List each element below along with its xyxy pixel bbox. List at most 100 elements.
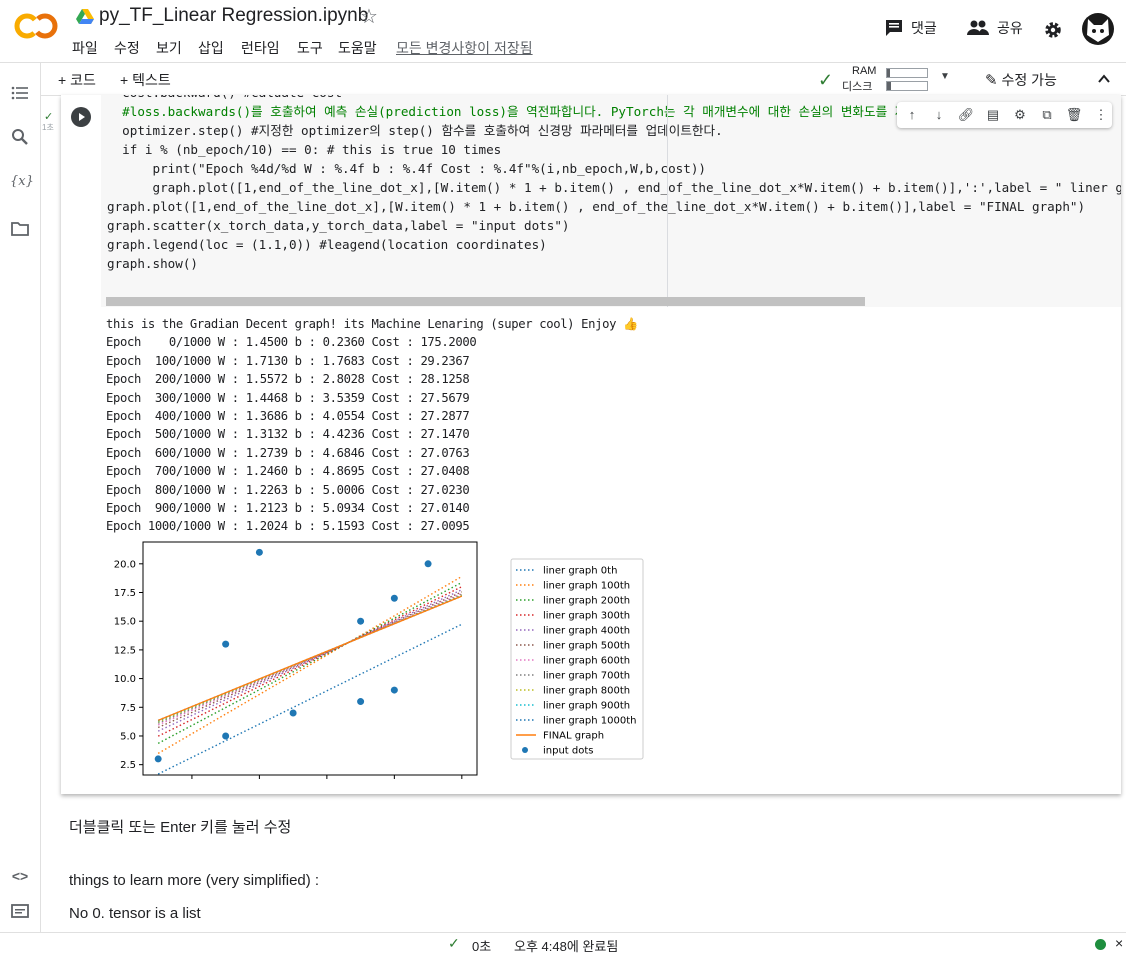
menu-edit[interactable]: 수정 (114, 38, 140, 58)
comment-icon (886, 20, 902, 36)
code-snippets-icon[interactable]: <> (10, 868, 30, 888)
exec-time: 1초 (42, 123, 54, 132)
output-line: Epoch 200/1000 W : 1.5572 b : 2.8028 Cos… (106, 372, 470, 387)
legend-label: liner graph 200th (543, 596, 630, 607)
left-sidebar: {x} <> (0, 63, 41, 932)
menu-tools[interactable]: 도구 (297, 38, 323, 58)
user-avatar[interactable] (1082, 13, 1114, 45)
menu-help[interactable]: 도움말 (338, 38, 377, 58)
drive-icon[interactable] (76, 9, 94, 25)
share-label: 공유 (997, 20, 1023, 36)
connection-status-dot (1095, 939, 1106, 950)
move-down-icon[interactable]: ↓ (930, 106, 948, 124)
legend-label: liner graph 100th (543, 581, 630, 592)
search-icon[interactable] (10, 127, 30, 147)
output-line: Epoch 500/1000 W : 1.3132 b : 4.4236 Cos… (106, 427, 470, 442)
more-options-icon[interactable]: ⋮ (1092, 106, 1110, 124)
settings-gear-icon[interactable] (1043, 20, 1063, 40)
move-up-icon[interactable]: ↑ (903, 106, 921, 124)
text-cell-edit-hint[interactable]: 더블클릭 또는 Enter 키를 눌러 수정 (69, 816, 291, 837)
code-ruler (667, 95, 668, 307)
legend-label: liner graph 1000th (543, 716, 637, 727)
collapse-chevron-icon[interactable] (1097, 73, 1111, 85)
scatter-point (222, 640, 230, 648)
code-line: graph.plot([1,end_of_the_line_dot_x],[W.… (107, 199, 1086, 214)
menu-view[interactable]: 보기 (156, 38, 182, 58)
cell-settings-icon[interactable]: ⚙ (1011, 106, 1029, 124)
legend-label: input dots (543, 746, 594, 757)
regression-plot: 2468102.55.07.510.012.515.017.520.0liner… (114, 541, 644, 779)
folder-icon[interactable] (10, 219, 30, 239)
legend-label: liner graph 500th (543, 641, 630, 652)
pencil-icon: ✎ (985, 72, 998, 89)
ram-label: RAM (852, 65, 877, 77)
code-line: print("Epoch %4d/%d W : %.4f b : %.4f Co… (107, 161, 706, 176)
mirror-cell-icon[interactable]: ⧉ (1038, 106, 1056, 124)
dropdown-arrow-icon[interactable]: ▼ (940, 71, 950, 82)
comment-button[interactable]: 댓글 (885, 18, 937, 38)
add-code-button[interactable]: + 코드 (58, 70, 96, 90)
menu-insert[interactable]: 삽입 (198, 38, 224, 58)
menu-runtime[interactable]: 런타임 (241, 38, 280, 58)
comment-icon[interactable]: ▤ (984, 106, 1002, 124)
output-line: Epoch 100/1000 W : 1.7130 b : 1.7683 Cos… (106, 353, 470, 368)
terminal-icon[interactable] (10, 901, 30, 921)
legend-label: liner graph 0th (543, 566, 617, 577)
status-bar: ✓ 0초 오후 4:48에 완료됨 × (0, 932, 1126, 957)
y-tick-label: 17.5 (114, 588, 136, 599)
output-line: Epoch 1000/1000 W : 1.2024 b : 5.1593 Co… (106, 519, 470, 534)
resources-indicator[interactable]: ✓ RAM 디스크 ▼ (818, 65, 958, 93)
close-icon[interactable]: × (1115, 935, 1123, 951)
text-cell-tensor[interactable]: No 0. tensor is a list (69, 905, 201, 922)
menu-file[interactable]: 파일 (72, 38, 98, 58)
run-cell-button[interactable] (71, 107, 91, 127)
star-icon[interactable]: ☆ (360, 4, 378, 29)
toc-list-icon[interactable] (10, 83, 30, 103)
output-line: this is the Gradian Decent graph! its Ma… (106, 317, 638, 331)
y-tick-label: 20.0 (114, 559, 136, 570)
notebook-title[interactable]: py_TF_Linear Regression.ipynb (99, 5, 368, 27)
legend-label: FINAL graph (543, 731, 604, 742)
legend-label: liner graph 800th (543, 686, 630, 697)
variables-icon[interactable]: {x} (10, 174, 34, 194)
output-line: Epoch 800/1000 W : 1.2263 b : 5.0006 Cos… (106, 482, 470, 497)
cell-toolbar: ↑ ↓ 🔗︎ ▤ ⚙ ⧉ 🗑︎ ⋮ (897, 102, 1112, 128)
scatter-point (390, 594, 398, 602)
output-line: Epoch 300/1000 W : 1.4468 b : 3.5359 Cos… (106, 390, 470, 405)
comment-label: 댓글 (911, 20, 937, 36)
delete-icon[interactable]: 🗑︎ (1065, 106, 1083, 124)
add-text-button[interactable]: + 텍스트 (120, 70, 171, 90)
scatter-point (154, 755, 162, 763)
header: py_TF_Linear Regression.ipynb ☆ 파일 수정 보기… (0, 0, 1126, 63)
output-line: Epoch 700/1000 W : 1.2460 b : 4.8695 Cos… (106, 464, 470, 479)
disk-bar (886, 81, 928, 91)
edit-mode-label: 수정 가능 (1001, 72, 1057, 88)
code-line: cost.backward() #caluate cost (107, 95, 1121, 102)
horizontal-scrollbar[interactable] (106, 297, 865, 306)
ram-bar (886, 68, 928, 78)
output-line: Epoch 400/1000 W : 1.3686 b : 4.0554 Cos… (106, 409, 470, 424)
y-tick-label: 7.5 (120, 703, 136, 714)
link-icon[interactable]: 🔗︎ (957, 106, 975, 124)
status-check-icon: ✓ (448, 935, 460, 951)
text-cell-learn-more[interactable]: things to learn more (very simplified) : (69, 872, 319, 889)
code-line: graph.plot([1,end_of_the_line_dot_x],[W.… (152, 180, 1121, 195)
y-tick-label: 15.0 (114, 617, 136, 628)
play-icon (79, 113, 85, 121)
legend-label: liner graph 300th (543, 611, 630, 622)
code-line: if i % (nb_epoch/10) == 0: # this is tru… (107, 142, 502, 157)
colab-logo[interactable] (14, 10, 58, 42)
y-tick-label: 12.5 (114, 645, 136, 656)
legend-label: liner graph 900th (543, 701, 630, 712)
share-button[interactable]: 공유 (967, 18, 1023, 38)
save-status-link[interactable]: 모든 변경사항이 저장됨 (396, 38, 533, 58)
legend-marker (522, 747, 528, 753)
edit-mode-button[interactable]: ✎ 수정 가능 (985, 70, 1057, 90)
legend-label: liner graph 400th (543, 626, 630, 637)
code-line: graph.legend(loc = (1.1,0)) #leagend(loc… (107, 237, 547, 252)
legend-label: liner graph 600th (543, 656, 630, 667)
output-line: Epoch 0/1000 W : 1.4500 b : 0.2360 Cost … (106, 335, 477, 350)
scatter-point (424, 560, 432, 568)
output-line: Epoch 600/1000 W : 1.2739 b : 4.6846 Cos… (106, 445, 470, 460)
scatter-point (289, 709, 297, 717)
